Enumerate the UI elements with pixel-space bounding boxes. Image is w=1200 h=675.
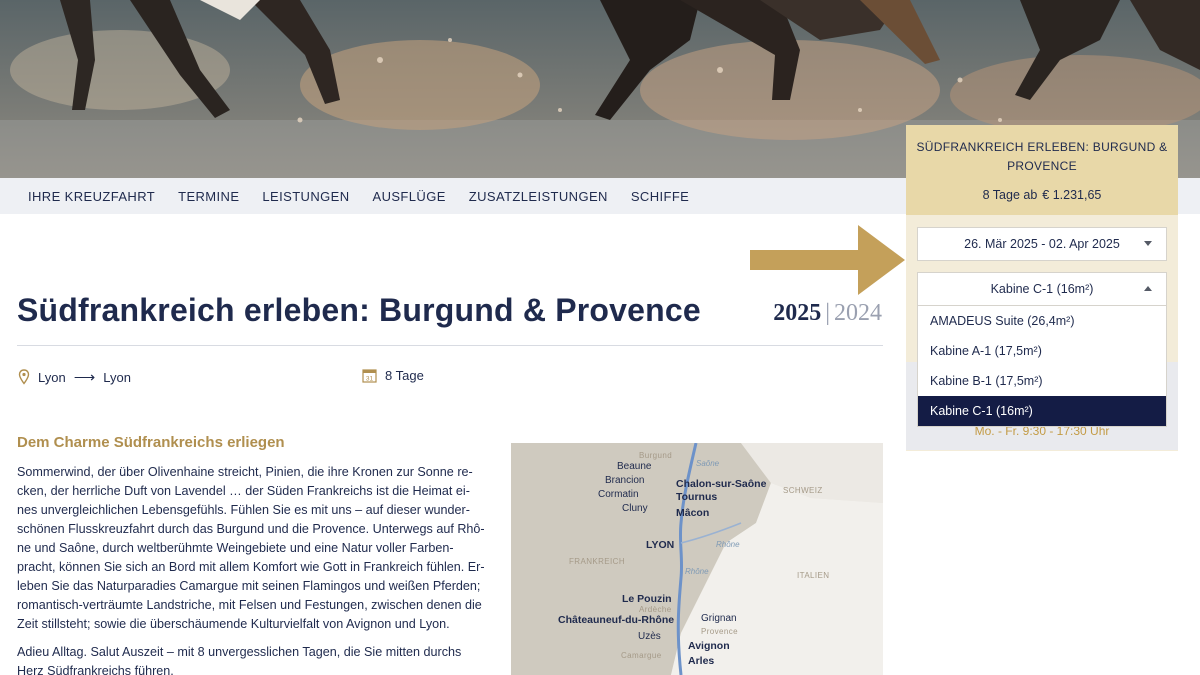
year-switcher: 2025 | 2024 bbox=[773, 300, 882, 327]
chevron-up-icon bbox=[1144, 286, 1152, 291]
booking-panel-title: SÜDFRANKREICH ERLEBEN: BURGUND & PROVENC… bbox=[916, 140, 1168, 173]
price-prefix: 8 Tage ab bbox=[982, 188, 1038, 202]
description-paragraph: Sommerwind, der über Olivenhaine streich… bbox=[17, 465, 485, 631]
booking-panel-header: SÜDFRANKREICH ERLEBEN: BURGUND & PROVENC… bbox=[906, 125, 1178, 215]
map-place-cluny: Cluny bbox=[622, 503, 648, 514]
arrow-pointer-icon bbox=[750, 225, 905, 295]
route-arrow-icon: ⟶ bbox=[73, 369, 96, 386]
map-river-saone: Saône bbox=[696, 459, 720, 468]
map-place-lyon: LYON bbox=[646, 539, 675, 551]
nav-leistungen[interactable]: LEISTUNGEN bbox=[262, 189, 349, 204]
date-select[interactable]: 26. Mär 2025 - 02. Apr 2025 bbox=[917, 227, 1167, 261]
title-divider bbox=[17, 345, 883, 346]
map-place-cormatin: Cormatin bbox=[598, 489, 639, 500]
map-region-italien: ITALIEN bbox=[797, 571, 830, 580]
year-2025[interactable]: 2025 bbox=[773, 300, 821, 326]
nav-ausfluege[interactable]: AUSFLÜGE bbox=[373, 189, 446, 204]
map-region-schweiz: SCHWEIZ bbox=[783, 486, 823, 495]
route-info: Lyon ⟶ Lyon bbox=[17, 368, 131, 386]
map-place-macon: Mâcon bbox=[676, 507, 710, 519]
calendar-day: 31 bbox=[366, 375, 374, 382]
map-region-provence: Provence bbox=[701, 627, 738, 636]
map-place-uzes: Uzès bbox=[638, 631, 661, 642]
nav-schiffe[interactable]: SCHIFFE bbox=[631, 189, 689, 204]
duration-text: 8 Tage bbox=[385, 368, 424, 383]
map-place-avignon: Avignon bbox=[688, 640, 730, 652]
cabin-dropdown: AMADEUS Suite (26,4m²) Kabine A-1 (17,5m… bbox=[917, 305, 1167, 427]
map-river-rhone-lower: Rhône bbox=[685, 567, 709, 576]
map-river-rhone-upper: Rhône bbox=[716, 540, 740, 549]
cabin-option-amadeus-suite[interactable]: AMADEUS Suite (26,4m²) bbox=[918, 306, 1166, 336]
map-region-camargue: Camargue bbox=[621, 651, 662, 660]
cabin-option-c1[interactable]: Kabine C-1 (16m²) bbox=[918, 396, 1166, 426]
year-2024[interactable]: 2024 bbox=[834, 300, 882, 326]
route-from: Lyon bbox=[38, 369, 66, 385]
cabin-option-b1[interactable]: Kabine B-1 (17,5m²) bbox=[918, 366, 1166, 396]
route-to: Lyon bbox=[103, 369, 131, 385]
booking-price: 8 Tage ab € 1.231,65 bbox=[906, 188, 1178, 202]
calendar-icon: 31 bbox=[362, 369, 377, 383]
description-paragraph: Adieu Alltag. Salut Auszeit – mit 8 unve… bbox=[17, 645, 462, 675]
map-place-chalon: Chalon-sur-Saône bbox=[676, 478, 767, 490]
map-region-ardeche: Ardèche bbox=[639, 605, 672, 614]
cabin-select[interactable]: Kabine C-1 (16m²) bbox=[917, 272, 1167, 306]
section-heading: Dem Charme Südfrankreichs erliegen bbox=[17, 434, 285, 451]
map-place-brancion: Brancion bbox=[605, 475, 645, 486]
cabin-select-value: Kabine C-1 (16m²) bbox=[990, 282, 1094, 296]
duration-info: 31 8 Tage bbox=[362, 368, 424, 383]
price-amount: € 1.231,65 bbox=[1042, 188, 1102, 202]
map-place-chateauneuf: Châteauneuf-du-Rhône bbox=[558, 614, 675, 626]
year-separator: | bbox=[825, 300, 830, 326]
nav-zusatzleistungen[interactable]: ZUSATZLEISTUNGEN bbox=[469, 189, 608, 204]
nav-termine[interactable]: TERMINE bbox=[178, 189, 239, 204]
route-map[interactable]: Burgund Saône SCHWEIZ Beaune Brancion Ch… bbox=[511, 443, 883, 675]
map-region-frankreich: FRANKREICH bbox=[569, 557, 626, 566]
cabin-option-a1[interactable]: Kabine A-1 (17,5m²) bbox=[918, 336, 1166, 366]
description: Sommerwind, der über Olivenhaine streich… bbox=[17, 463, 487, 675]
map-place-arles: Arles bbox=[688, 655, 715, 667]
map-place-beaune: Beaune bbox=[617, 461, 652, 472]
page-title: Südfrankreich erleben: Burgund & Provenc… bbox=[17, 292, 701, 328]
date-select-value: 26. Mär 2025 - 02. Apr 2025 bbox=[964, 237, 1120, 251]
map-place-lepouzin: Le Pouzin bbox=[622, 593, 672, 605]
chevron-down-icon bbox=[1144, 241, 1152, 246]
map-region-burgund: Burgund bbox=[639, 451, 673, 460]
map-place-tournus: Tournus bbox=[676, 491, 718, 503]
nav-ihre-kreuzfahrt[interactable]: IHRE KREUZFAHRT bbox=[28, 189, 155, 204]
map-place-grignan: Grignan bbox=[701, 613, 737, 624]
location-pin-icon bbox=[18, 369, 30, 385]
